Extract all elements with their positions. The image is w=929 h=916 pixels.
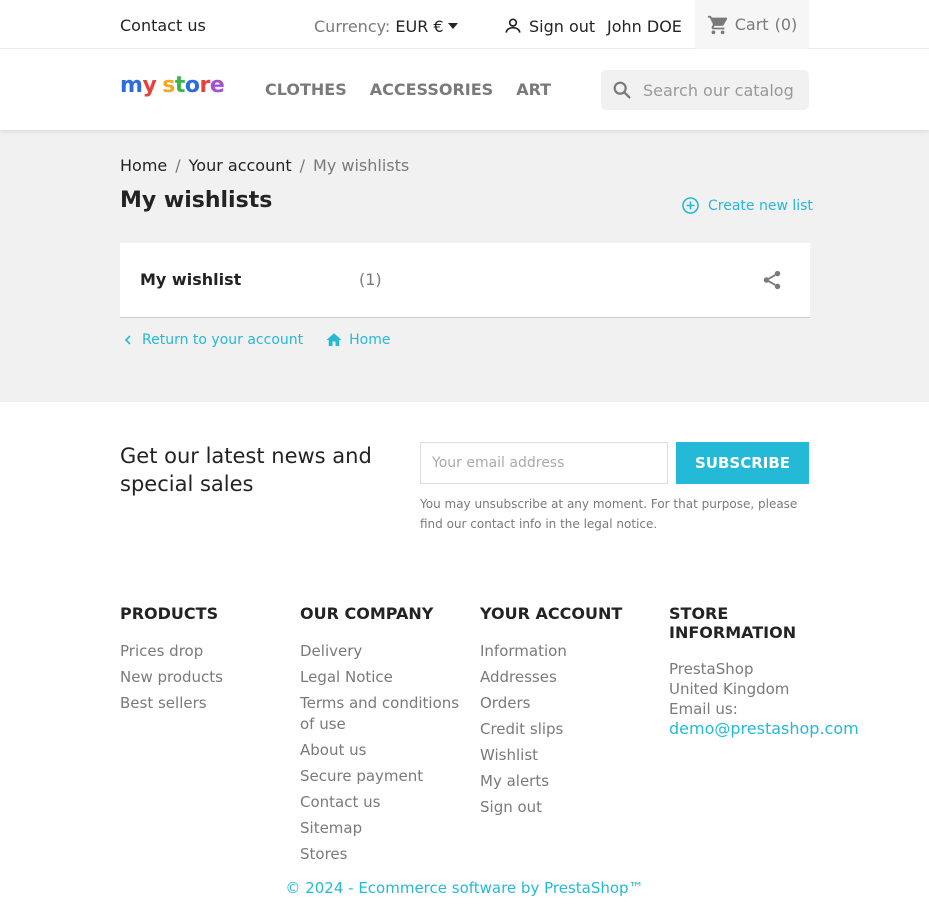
breadcrumb-separator: / [175,156,181,175]
newsletter-note: You may unsubscribe at any moment. For t… [420,497,798,531]
copyright-link[interactable]: © 2024 - Ecommerce software by PrestaSho… [0,879,929,897]
caret-down-icon [447,23,458,29]
share-icon[interactable] [761,269,783,291]
footer-products-title: PRODUCTS [120,604,219,623]
add-circle-icon [682,197,699,214]
account-name-link[interactable]: John DOE [607,17,682,36]
breadcrumb-current: My wishlists [313,156,410,175]
footer-link[interactable]: Information [480,641,640,662]
footer-company-title: OUR COMPANY [300,604,434,623]
user-icon [505,18,521,33]
page-title: My wishlists [120,188,273,213]
contact-us-link[interactable]: Contact us [120,16,206,35]
breadcrumb-your-account[interactable]: Your account [189,156,292,175]
currency-value: EUR € [395,17,444,36]
search-icon[interactable] [611,79,633,101]
footer-link[interactable]: Legal Notice [300,667,460,688]
top-bar: Contact us Currency: EUR € Sign out John… [0,0,929,49]
breadcrumb-separator: / [299,156,306,175]
footer-link[interactable]: New products [120,667,280,688]
footer-link[interactable]: Sitemap [300,818,460,839]
footer-our-company: OUR COMPANY Delivery Legal Notice Terms … [300,604,460,870]
breadcrumb: Home / Your account / My wishlists [120,156,409,175]
currency-label: Currency: [314,17,391,36]
footer-link[interactable]: Terms and conditions of use [300,693,460,735]
footer-link[interactable]: My alerts [480,771,640,792]
newsletter-email-input[interactable] [420,442,668,484]
footer-link[interactable]: Prices drop [120,641,280,662]
cart-icon [707,15,727,34]
store-email-link[interactable]: demo@prestashop.com [669,719,859,738]
footer-your-account: YOUR ACCOUNT Information Addresses Order… [480,604,640,823]
store-country: United Kingdom [669,680,790,698]
footer-link[interactable]: Wishlist [480,745,640,766]
return-to-account-link[interactable]: Return to your account [120,331,303,349]
footer-link[interactable]: Orders [480,693,640,714]
newsletter-title: Get our latest news and special sales [120,444,372,496]
store-email-label: Email us: [669,700,738,718]
store-logo[interactable]: my store [120,73,225,98]
footer-link[interactable]: Stores [300,844,460,865]
sign-out-label: Sign out [529,16,596,36]
home-link[interactable]: Home [325,331,390,349]
cart-button[interactable]: Cart (0) [695,0,809,49]
footer-link[interactable]: Best sellers [120,693,280,714]
sign-out-link[interactable]: Sign out [503,16,595,36]
footer-store-information: STORE INFORMATION PrestaShop United King… [669,604,859,738]
footer-account-title: YOUR ACCOUNT [480,604,623,623]
footer-link[interactable]: Sign out [480,797,640,818]
home-icon [326,333,342,346]
cart-count: (0) [774,15,798,34]
wishlist-item[interactable]: My wishlist (1) [120,243,810,318]
footer-link[interactable]: Addresses [480,667,640,688]
wishlist-count: (1) [359,270,382,289]
footer-link[interactable]: About us [300,740,460,761]
currency-selector[interactable]: Currency: EUR € [314,17,458,36]
return-to-account-label: Return to your account [142,332,304,348]
footer-store-title: STORE INFORMATION [669,604,797,642]
wishlist-name: My wishlist [140,270,242,289]
search-box [601,70,809,110]
store-name: PrestaShop [669,660,754,678]
create-new-list-button[interactable]: Create new list [681,196,813,215]
main-nav: CLOTHES ACCESSORIES ART [265,80,551,99]
footer-link[interactable]: Credit slips [480,719,640,740]
account-links: Return to your account Home [120,331,390,349]
store-info-block: PrestaShop United Kingdom Email us: demo… [669,659,859,738]
chevron-left-icon [124,335,131,345]
subscribe-button[interactable]: SUBSCRIBE [676,442,809,484]
breadcrumb-home[interactable]: Home [120,156,167,175]
nav-art[interactable]: ART [516,80,551,99]
footer-link[interactable]: Contact us [300,792,460,813]
create-new-list-label: Create new list [708,197,813,214]
footer-link[interactable]: Secure payment [300,766,460,787]
nav-accessories[interactable]: ACCESSORIES [370,80,493,99]
cart-label: Cart [734,15,769,34]
footer-link[interactable]: Delivery [300,641,460,662]
nav-clothes[interactable]: CLOTHES [265,80,347,99]
footer-products: PRODUCTS Prices drop New products Best s… [120,604,280,719]
home-label: Home [349,332,391,348]
main-content: Home / Your account / My wishlists My wi… [0,130,929,402]
search-input[interactable] [643,80,803,100]
site-header: my store CLOTHES ACCESSORIES ART [0,49,929,130]
